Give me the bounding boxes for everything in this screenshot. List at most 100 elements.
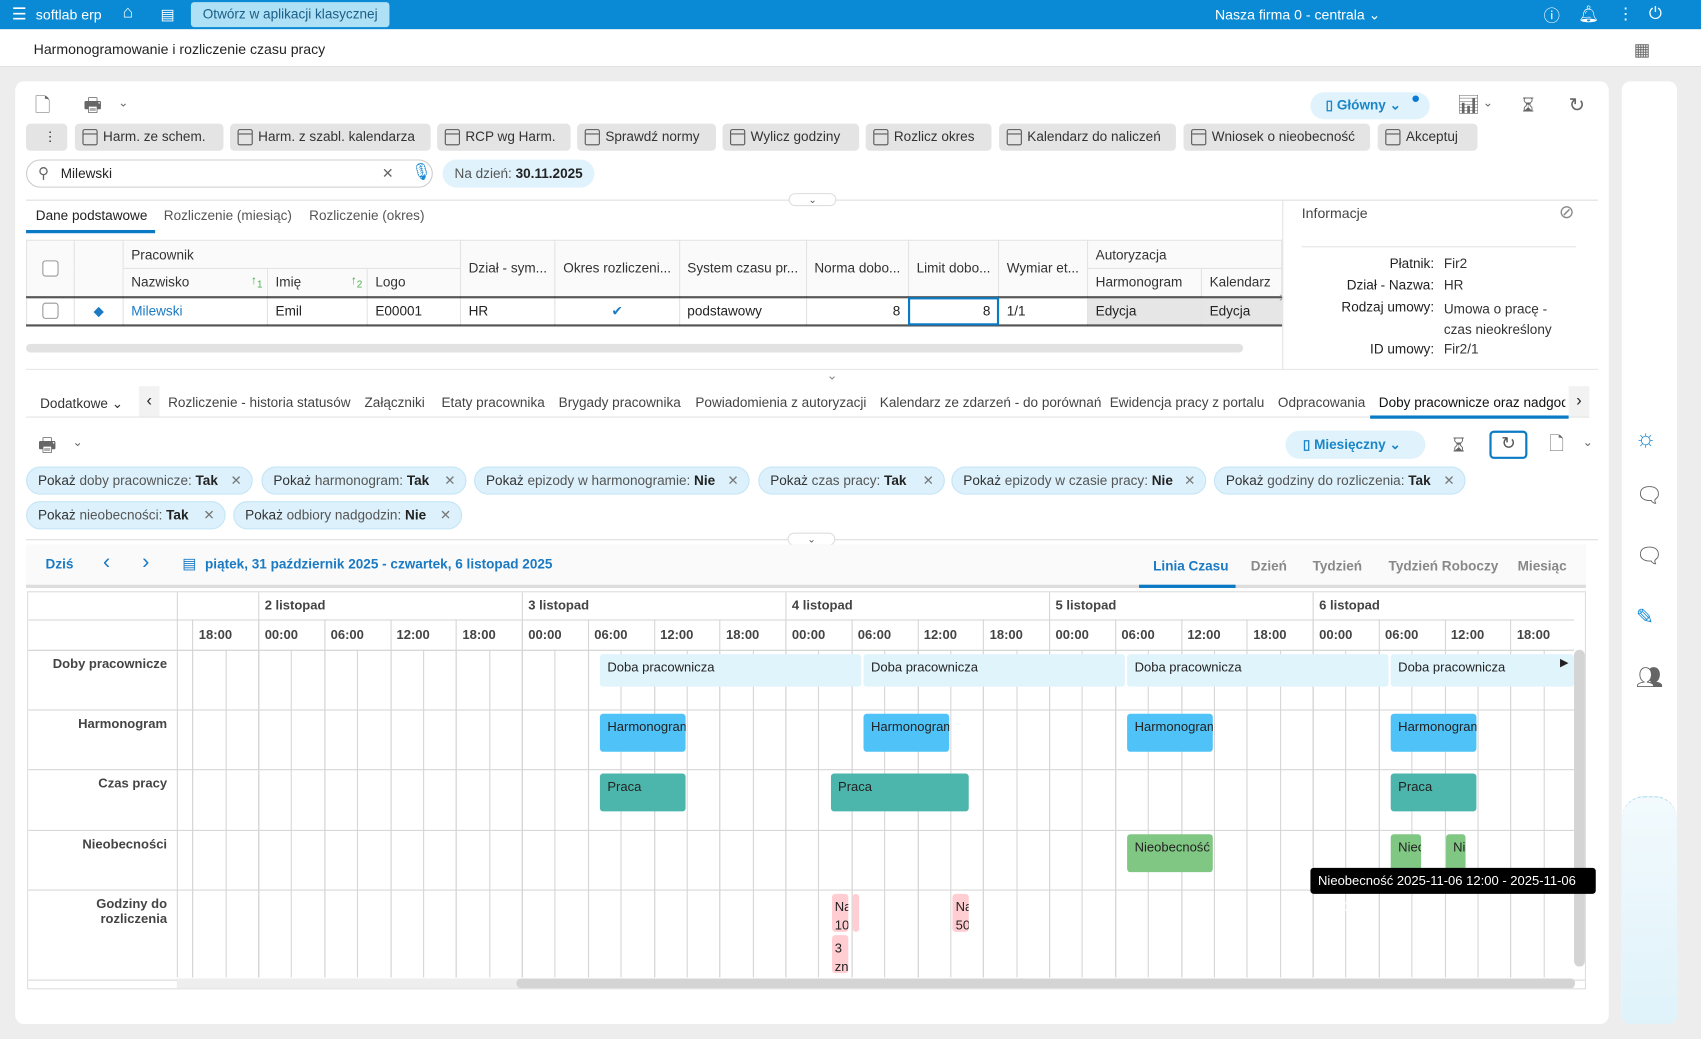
document-chevron-icon[interactable]: ⌄ — [1583, 437, 1593, 449]
print-icon[interactable]: 🖶 — [84, 95, 102, 115]
remove-filter-icon[interactable]: ✕ — [231, 468, 242, 494]
print-chevron-icon[interactable]: ⌄ — [73, 437, 83, 449]
timeline-event[interactable]: Na 10 — [831, 893, 848, 932]
view-selector-main[interactable]: ▯ Główny ⌄ — [1310, 92, 1430, 120]
column-header-kalendarz[interactable]: Kalendarz — [1200, 267, 1283, 298]
view-selector-monthly[interactable]: ▯ Miesięczny ⌄ — [1285, 430, 1426, 459]
calendar-icon[interactable]: ▤ — [182, 555, 196, 570]
timeline-event[interactable]: Nieobecność — [1445, 834, 1466, 873]
timeline-event[interactable]: Harmonogram — [599, 713, 686, 752]
tab-rozliczenie-miesiac[interactable]: Rozliczenie (miesiąc) — [164, 208, 292, 223]
timeline-event[interactable]: Praca — [830, 773, 969, 812]
timeline-event[interactable]: 3 zn — [831, 935, 848, 974]
search-input[interactable]: ⚲ Milewski ✕ 🎙︎ — [26, 159, 433, 188]
collapse-toggle-icon[interactable]: ⌄ — [788, 193, 837, 207]
remove-filter-icon[interactable]: ✕ — [444, 468, 455, 494]
date-range[interactable]: piątek, 31 październik 2025 - czwartek, … — [205, 557, 552, 572]
filter-chip[interactable]: Pokaż epizody w harmonogramie: Nie ✕ — [474, 466, 750, 495]
open-classic-button[interactable]: Otwórz w aplikacji klasycznej — [190, 2, 390, 28]
chart-icon[interactable]: 📊︎ — [1457, 95, 1480, 113]
subtab[interactable]: Załączniki — [364, 395, 424, 410]
view-tydzien[interactable]: Tydzień — [1313, 559, 1362, 574]
hamburger-menu-icon[interactable]: ☰ — [12, 4, 27, 24]
row-checkbox[interactable] — [42, 302, 59, 320]
remove-filter-icon[interactable]: ✕ — [727, 468, 738, 494]
view-dzien[interactable]: Dzień — [1251, 559, 1287, 574]
more-actions-button[interactable]: ⋮ — [26, 123, 68, 151]
print-chevron-icon[interactable]: ⌄ — [118, 97, 128, 110]
refresh-icon[interactable]: ↻ — [1569, 95, 1585, 115]
filter-icon[interactable]: ⏳︎ — [1453, 435, 1465, 455]
timeline-event[interactable]: Harmonogram — [1126, 713, 1213, 752]
next-icon[interactable]: › — [142, 551, 149, 573]
remove-filter-icon[interactable]: ✕ — [923, 468, 934, 494]
table-horizontal-scrollbar[interactable] — [26, 343, 1244, 353]
timeline-event[interactable]: Nieobecność — [1126, 834, 1213, 873]
toolbar-button[interactable]: Rozlicz okres — [865, 123, 992, 151]
timeline-event[interactable]: Praca — [599, 773, 686, 812]
eye-off-icon[interactable]: ⊘ — [1559, 203, 1574, 221]
tabs-scroll-left-icon[interactable]: ‹ — [138, 386, 160, 417]
subtab[interactable]: Brygady pracownika — [559, 395, 681, 410]
timeline-event[interactable]: Nieobecność — [1390, 834, 1422, 873]
tab-dane-podstawowe[interactable]: Dane podstawowe — [36, 208, 148, 223]
prev-icon[interactable]: ‹ — [103, 551, 110, 573]
column-header-limit[interactable]: Limit dobo... — [907, 239, 1000, 298]
view-miesiac[interactable]: Miesiąc — [1518, 559, 1567, 574]
filter-chip[interactable]: Pokaż doby pracownicze: Tak ✕ — [26, 466, 253, 495]
power-icon[interactable]: ⏻ — [1649, 4, 1662, 22]
subtab[interactable]: Kalendarz ze zdarzeń - do porównań — [880, 395, 1102, 410]
remove-filter-icon[interactable]: ✕ — [1184, 468, 1195, 494]
bell-icon[interactable]: 🔔︎ — [1578, 4, 1599, 24]
subtab[interactable]: Etaty pracownika — [442, 395, 545, 410]
column-header-harmonogram[interactable]: Harmonogram — [1086, 267, 1202, 298]
timeline-event[interactable]: Praca — [1390, 773, 1477, 812]
filter-chip[interactable]: Pokaż czas pracy: Tak ✕ — [758, 466, 945, 495]
select-all-checkbox[interactable] — [42, 260, 59, 277]
subtab[interactable]: Odpracowania — [1278, 395, 1365, 410]
chart-chevron-icon[interactable]: ⌄ — [1483, 97, 1493, 110]
filter-icon[interactable]: ⏳︎ — [1522, 95, 1534, 115]
more-tabs-dropdown[interactable]: Dodatkowe ⌄ — [40, 395, 123, 411]
toolbar-button[interactable]: Akceptuj — [1377, 123, 1478, 151]
microphone-icon[interactable]: 🎙︎ — [411, 164, 432, 180]
timeline-event[interactable]: Harmonogram — [863, 713, 950, 752]
document-search-icon[interactable]: 🗋 — [1549, 435, 1564, 453]
table-row[interactable]: ◆ Milewski Emil E00001 HR ✔ podstawowy 8… — [26, 296, 1283, 326]
toolbar-button[interactable]: Harm. z szabl. kalendarza — [229, 123, 431, 151]
toolbar-button[interactable]: Harm. ze schem. — [74, 123, 224, 151]
lightbulb-icon[interactable]: ☼ — [1635, 426, 1657, 450]
view-tydzien-roboczy[interactable]: Tydzień Roboczy — [1389, 559, 1499, 574]
date-filter-pill[interactable]: Na dzień: 30.11.2025 — [442, 159, 595, 188]
toolbar-button[interactable]: Sprawdź normy — [577, 123, 716, 151]
vertical-scrollbar[interactable] — [1574, 649, 1585, 967]
subtab[interactable]: Powiadomienia z autoryzacji — [695, 395, 866, 410]
horizontal-scrollbar-thumb[interactable] — [516, 978, 1576, 989]
remove-filter-icon[interactable]: ✕ — [440, 502, 451, 528]
timeline-event[interactable]: Doba pracownicza — [1390, 654, 1575, 687]
today-button[interactable]: Dziś — [46, 557, 74, 572]
filter-chip[interactable]: Pokaż odbiory nadgodzin: Nie ✕ — [233, 501, 463, 530]
filter-chip[interactable]: Pokaż harmonogram: Tak ✕ — [261, 466, 467, 495]
cell-limit[interactable]: 8 — [907, 296, 1000, 326]
refresh-button[interactable]: ↻ — [1489, 430, 1528, 459]
subtab[interactable]: Ewidencja pracy z portalu — [1110, 395, 1265, 410]
filter-chip[interactable]: Pokaż epizody w czasie pracy: Nie ✕ — [951, 466, 1207, 495]
column-header-imie[interactable]: Imię ↑2 — [266, 267, 368, 298]
info-document-icon[interactable]: 🗋 — [35, 95, 51, 115]
help-icon[interactable]: ⓘ — [1544, 4, 1560, 27]
timeline-event[interactable]: Na 50 — [952, 893, 969, 932]
column-header-logo[interactable]: Logo — [366, 267, 462, 298]
print-icon[interactable]: 🖶 — [38, 435, 56, 455]
timeline-event[interactable]: Doba pracownicza — [863, 654, 1125, 687]
subtab[interactable]: Doby pracownicze oraz nadgodziny — [1379, 395, 1566, 410]
edit-feedback-icon[interactable]: ✎ — [1636, 606, 1654, 628]
column-header-system[interactable]: System czasu pr... — [678, 239, 807, 298]
subtab[interactable]: Rozliczenie - historia statusów — [168, 395, 350, 410]
toolbar-button[interactable]: Kalendarz do naliczeń — [999, 123, 1176, 151]
collapse-chevron-icon[interactable]: ⌄ — [827, 369, 838, 382]
timeline-event[interactable]: Doba pracownicza — [599, 654, 862, 687]
remove-filter-icon[interactable]: ✕ — [203, 502, 214, 528]
toolbar-button[interactable]: Wylicz godziny — [722, 123, 860, 151]
column-header-okres[interactable]: Okres rozliczeni... — [554, 239, 680, 298]
